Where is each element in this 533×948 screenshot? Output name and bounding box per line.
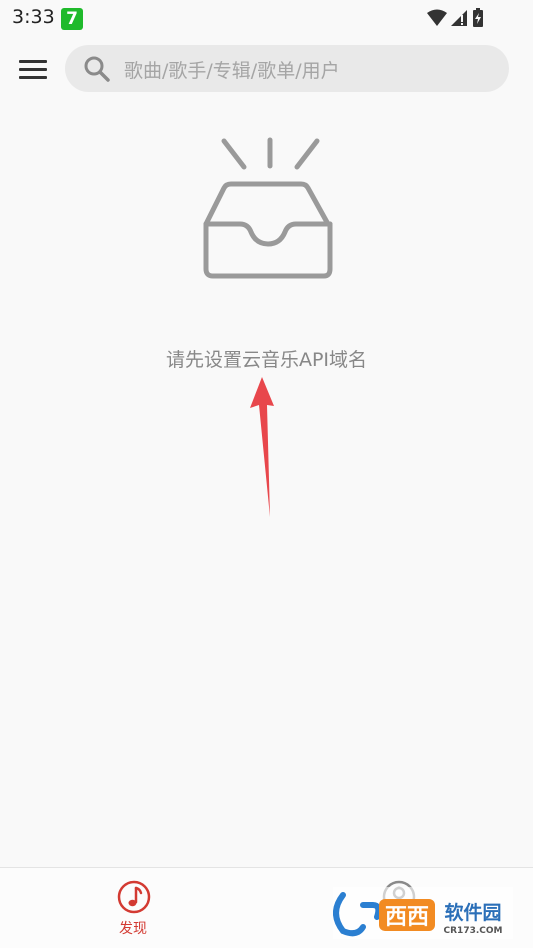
empty-box-icon [203, 137, 333, 279]
menu-icon[interactable] [12, 50, 54, 88]
wifi-icon [427, 9, 447, 26]
svg-text:软件园: 软件园 [444, 901, 501, 924]
notification-app-icon: 7 [61, 8, 83, 30]
empty-state-message: 请先设置云音乐API域名 [165, 349, 368, 371]
watermark-logo: 西西 软件园 CR173.COM [333, 887, 513, 939]
nav-tab-discover[interactable]: 发现 [68, 868, 198, 948]
search-input[interactable]: 歌曲/歌手/专辑/歌单/用户 [65, 45, 509, 92]
search-placeholder: 歌曲/歌手/专辑/歌单/用户 [124, 60, 340, 82]
battery-icon [473, 8, 483, 27]
app-screen: 3:33 7 歌曲/歌手/专辑/歌单/用户 请先设置云音乐API域名 发现 西西… [0, 0, 533, 948]
status-icons [425, 7, 495, 29]
search-icon [84, 56, 110, 82]
status-bar: 3:33 7 [0, 0, 533, 36]
red-arrow-annotation [250, 377, 274, 517]
status-time: 3:33 [12, 6, 55, 28]
music-note-icon [117, 880, 151, 914]
svg-text:CR173.COM: CR173.COM [444, 926, 503, 936]
nav-label-discover: 发现 [119, 921, 147, 937]
signal-icon [451, 10, 467, 26]
svg-text:西西: 西西 [385, 905, 429, 930]
